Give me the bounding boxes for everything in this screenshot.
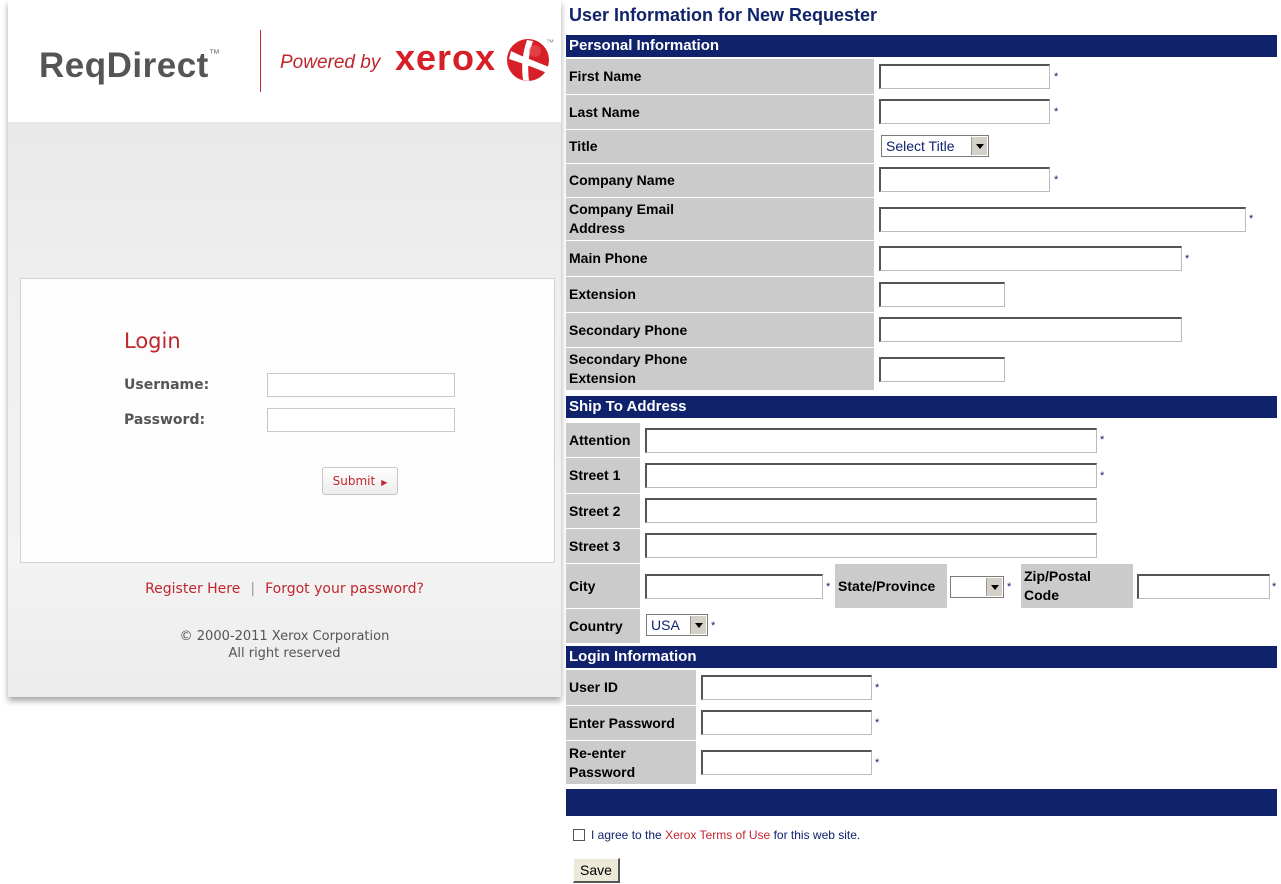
company-name-label: Company Name xyxy=(566,164,874,197)
save-button[interactable]: Save xyxy=(573,858,620,883)
secondary-extension-label: Secondary Phone Extension xyxy=(566,348,874,390)
forgot-password-link[interactable]: Forgot your password? xyxy=(265,581,424,597)
user-id-input[interactable] xyxy=(701,675,872,700)
city-input[interactable] xyxy=(645,574,823,599)
street-3-label: Street 3 xyxy=(566,529,640,563)
username-input[interactable] xyxy=(267,373,455,397)
attention-input[interactable] xyxy=(645,428,1097,453)
required-mark: * xyxy=(826,581,831,593)
register-link[interactable]: Register Here xyxy=(145,581,240,597)
xerox-sphere-icon xyxy=(507,39,549,81)
first-name-input[interactable] xyxy=(879,64,1050,89)
required-mark: * xyxy=(1100,470,1105,482)
enter-password-label: Enter Password xyxy=(566,706,696,740)
required-mark: * xyxy=(1249,213,1254,225)
required-mark: * xyxy=(1054,71,1059,83)
street-3-input[interactable] xyxy=(645,533,1097,558)
secondary-phone-input[interactable] xyxy=(879,317,1182,342)
brand-header: ReqDirect™ Powered by xerox ™ xyxy=(8,0,561,122)
terms-checkbox[interactable] xyxy=(573,829,585,841)
required-mark: * xyxy=(1054,174,1059,186)
attention-label: Attention xyxy=(566,423,640,457)
reqdirect-logo: ReqDirect™ xyxy=(39,46,221,85)
login-box: Login Username: Password: Submit ▶ xyxy=(20,278,555,563)
zip-postal-label: Zip/Postal Code xyxy=(1021,564,1133,608)
required-mark: * xyxy=(875,757,880,769)
last-name-input[interactable] xyxy=(879,99,1050,124)
password-input[interactable] xyxy=(267,408,455,432)
reenter-password-input[interactable] xyxy=(701,750,872,775)
section-personal-information: Personal Information xyxy=(566,35,1277,57)
copyright-line-2: All right reserved xyxy=(228,646,341,661)
street-2-input[interactable] xyxy=(645,498,1097,523)
street-1-label: Street 1 xyxy=(566,458,640,493)
powered-by-text: Powered by xyxy=(280,52,381,73)
extension-input[interactable] xyxy=(879,282,1005,307)
company-name-input[interactable] xyxy=(879,167,1050,192)
city-label: City xyxy=(566,564,640,608)
title-select[interactable]: Select Title xyxy=(881,135,989,157)
required-mark: * xyxy=(1272,581,1277,593)
required-mark: * xyxy=(1185,253,1190,265)
extension-label: Extension xyxy=(566,277,874,312)
form-footer-band xyxy=(566,789,1277,816)
chevron-down-icon xyxy=(971,137,987,155)
required-mark: * xyxy=(1100,434,1105,446)
xerox-wordmark: xerox xyxy=(395,37,497,78)
section-login-information: Login Information xyxy=(566,646,1277,668)
title-label: Title xyxy=(566,130,874,163)
username-label: Username: xyxy=(124,377,210,393)
reenter-password-label: Re-enter Password xyxy=(566,741,696,784)
state-province-select[interactable] xyxy=(950,576,1004,598)
terms-of-use-link[interactable]: Xerox Terms of Use xyxy=(665,828,770,842)
password-label: Password: xyxy=(124,412,206,428)
form-title: User Information for New Requester xyxy=(569,5,878,25)
submit-button[interactable]: Submit ▶ xyxy=(322,467,398,495)
chevron-down-icon xyxy=(690,616,706,634)
login-panel: ReqDirect™ Powered by xerox ™ Login User… xyxy=(8,0,561,697)
xerox-tm: ™ xyxy=(546,38,554,47)
footer-links: Register Here | Forgot your password? xyxy=(8,581,561,597)
zip-postal-input[interactable] xyxy=(1137,574,1270,599)
copyright: © 2000-2011 Xerox Corporation All right … xyxy=(8,628,561,662)
country-label: Country xyxy=(566,609,640,643)
required-mark: * xyxy=(711,620,716,632)
state-province-label: State/Province xyxy=(835,564,947,608)
required-mark: * xyxy=(1054,106,1059,118)
brand-divider xyxy=(260,30,261,92)
agree-prefix: I agree to the xyxy=(591,828,662,842)
main-phone-input[interactable] xyxy=(879,246,1182,271)
copyright-line-1: © 2000-2011 Xerox Corporation xyxy=(179,629,390,644)
company-email-input[interactable] xyxy=(879,207,1246,232)
company-email-label: Company Email Address xyxy=(566,198,874,240)
section-ship-to-address: Ship To Address xyxy=(566,396,1277,418)
secondary-phone-label: Secondary Phone xyxy=(566,313,874,347)
required-mark: * xyxy=(1007,581,1012,593)
country-select[interactable]: USA xyxy=(646,614,708,636)
street-2-label: Street 2 xyxy=(566,494,640,528)
enter-password-input[interactable] xyxy=(701,710,872,735)
main-phone-label: Main Phone xyxy=(566,241,874,276)
first-name-label: First Name xyxy=(566,59,874,94)
user-id-label: User ID xyxy=(566,670,696,705)
terms-agreement: I agree to the Xerox Terms of Use for th… xyxy=(573,828,860,842)
agree-suffix: for this web site. xyxy=(773,828,861,842)
secondary-extension-input[interactable] xyxy=(879,357,1005,382)
link-separator: | xyxy=(250,581,256,597)
chevron-down-icon xyxy=(986,578,1002,596)
last-name-label: Last Name xyxy=(566,95,874,129)
login-title: Login xyxy=(124,329,181,353)
required-mark: * xyxy=(875,717,880,729)
required-mark: * xyxy=(875,682,880,694)
street-1-input[interactable] xyxy=(645,463,1097,488)
arrow-right-icon: ▶ xyxy=(381,478,388,487)
